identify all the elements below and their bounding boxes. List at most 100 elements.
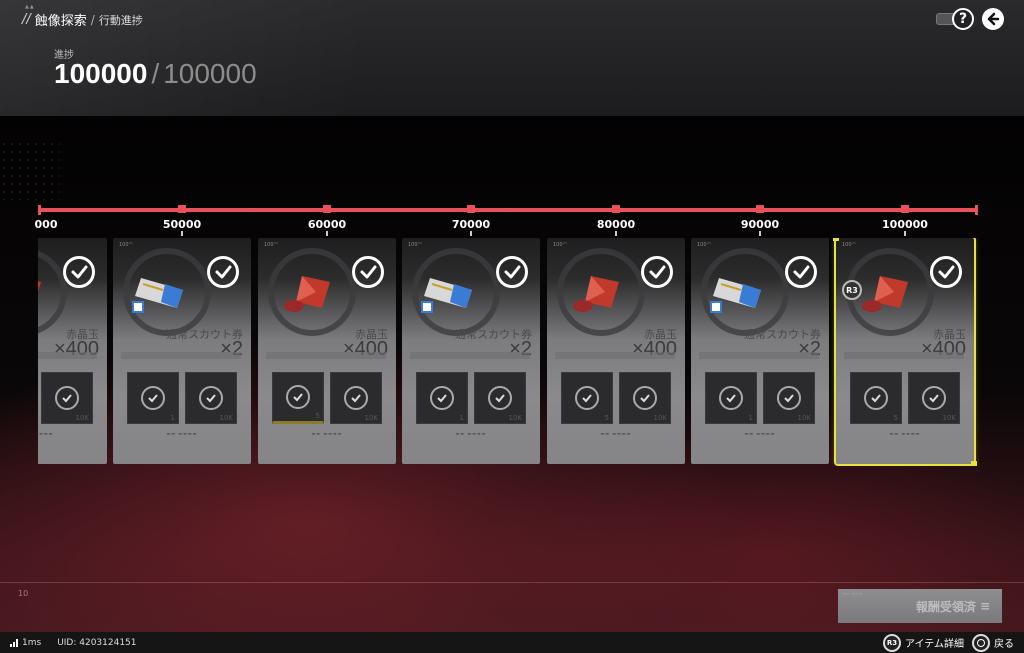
- milestone-label: 80000: [596, 218, 636, 231]
- card-bar: [555, 352, 675, 359]
- claim-button-icon: ≡: [979, 599, 990, 613]
- check-icon: [430, 386, 454, 410]
- sub-reward[interactable]: 1: [705, 372, 757, 424]
- reward-card[interactable]: 100™ 通常スカウト券 ×2 1 10K ▬▬ ▬▬▬▬: [113, 238, 251, 464]
- sub-rewards: 1 10K: [416, 372, 526, 424]
- timeline-end-cap: [975, 205, 978, 215]
- card-bar: [699, 352, 819, 359]
- timeline-marker: [467, 205, 475, 213]
- sub-reward[interactable]: 10K: [330, 372, 382, 424]
- sub-reward[interactable]: 10K: [619, 372, 671, 424]
- help-button[interactable]: ?: [936, 8, 974, 30]
- sub-reward[interactable]: 1: [416, 372, 468, 424]
- timeline-marker: [901, 205, 909, 213]
- card-bar: [266, 352, 386, 359]
- help-icon[interactable]: ?: [952, 8, 974, 30]
- page-indicator: 10: [18, 589, 29, 598]
- reward-card[interactable]: 100™ 通常スカウト券 ×2 1 10K ▬▬ ▬▬▬▬: [691, 238, 829, 464]
- header: ▲▲ // 蝕像探索 / 行動進捗 進捗 100000 / 100000 ?: [0, 0, 1024, 116]
- check-icon: [864, 386, 888, 410]
- sub-reward[interactable]: 10K: [908, 372, 960, 424]
- sub-reward[interactable]: 10K: [474, 372, 526, 424]
- sub-reward-count: 10K: [508, 414, 523, 422]
- card-top-label: 100™: [408, 242, 423, 248]
- breadcrumb-main: 蝕像探索: [34, 14, 87, 29]
- card-top-label: 100™: [553, 242, 568, 248]
- card-bar: [410, 352, 530, 359]
- sub-reward[interactable]: 5: [272, 372, 324, 424]
- sub-reward-count: 10K: [797, 414, 812, 422]
- sub-reward-count: 10K: [219, 414, 234, 422]
- card-footer: ▬▬ ▬▬▬▬: [166, 431, 198, 436]
- circle-button-icon: [972, 633, 990, 652]
- check-icon: [719, 386, 743, 410]
- reward-card[interactable]: 100™ 赤晶玉 ×400 5 10K ▬▬ ▬▬▬▬: [547, 238, 685, 464]
- sub-reward-count: 10K: [364, 414, 379, 422]
- milestone-label: 90000: [740, 218, 780, 231]
- sub-rewards: 5 10K: [850, 372, 960, 424]
- breadcrumb: // 蝕像探索 / 行動進捗: [22, 10, 143, 29]
- sub-reward[interactable]: 1: [127, 372, 179, 424]
- sub-reward[interactable]: 10K: [41, 372, 93, 424]
- timeline-marker: [178, 205, 186, 213]
- sub-reward-count: 5: [315, 412, 320, 420]
- reward-card[interactable]: 100™ 通常スカウト券 ×2 1 10K ▬▬ ▬▬▬▬: [402, 238, 540, 464]
- check-icon: [633, 386, 657, 410]
- sub-reward[interactable]: 5: [561, 372, 613, 424]
- card-footer: ▬▬ ▬▬▬▬: [744, 431, 776, 436]
- r3-button-badge[interactable]: R3: [842, 280, 862, 300]
- sub-reward[interactable]: 5: [850, 372, 902, 424]
- breadcrumb-current: 行動進捗: [98, 13, 143, 27]
- progress-value: 100000 / 100000: [54, 58, 257, 90]
- decorative-dot-grid: [0, 140, 60, 200]
- milestone-tick: [470, 231, 472, 236]
- claim-rewards-button[interactable]: ▬▬ ▬▬▬ 報酬受領済 ≡: [838, 589, 1002, 623]
- claimed-check-icon: [930, 256, 962, 288]
- signal-icon: [10, 638, 18, 647]
- milestone-tick: [181, 231, 183, 236]
- card-footer: ▬▬ ▬▬▬▬: [889, 431, 921, 436]
- r3-button-icon: R3: [883, 633, 901, 652]
- card-footer: ▬▬ ▬▬▬▬: [311, 431, 343, 436]
- scout-ticket-icon: [710, 278, 761, 313]
- progress-max: 100000: [163, 58, 257, 89]
- check-icon: [55, 386, 79, 410]
- card-top-label: 100™: [842, 242, 857, 248]
- progress-current: 100000: [54, 58, 148, 89]
- timeline-start-cap: [38, 205, 41, 215]
- sub-reward[interactable]: 10K: [185, 372, 237, 424]
- sub-reward-count: 1: [459, 414, 464, 422]
- back-action[interactable]: 戻る: [972, 633, 1014, 652]
- reward-card[interactable]: 100™ 赤晶玉 ×400 5 10K ▬▬ ▬▬▬▬: [258, 238, 396, 464]
- milestone-tick: [759, 231, 761, 236]
- reward-card[interactable]: 100™ 赤晶玉 ×400 100 10K ▬▬ ▬▬▬▬: [38, 238, 107, 464]
- card-top-label: 100™: [264, 242, 279, 248]
- footer-actions: R3 アイテム詳細 戻る: [883, 632, 1014, 653]
- check-icon: [575, 386, 599, 410]
- item-detail-label: アイテム詳細: [905, 639, 964, 650]
- card-footer: ▬▬ ▬▬▬▬: [600, 431, 632, 436]
- sub-rewards: 5 10K: [272, 372, 382, 424]
- red-crystal-icon: [38, 281, 41, 292]
- card-bar: [844, 352, 964, 359]
- progress-slash: /: [151, 58, 160, 89]
- milestone-label: 000: [34, 218, 58, 231]
- check-icon: [344, 386, 368, 410]
- claim-button-caption: ▬▬ ▬▬▬: [842, 591, 863, 596]
- card-bar: [121, 352, 241, 359]
- sub-rewards: 5 10K: [561, 372, 671, 424]
- milestone-tick: [615, 231, 617, 236]
- card-footer: ▬▬ ▬▬▬▬: [38, 431, 54, 436]
- check-icon: [777, 386, 801, 410]
- check-icon: [199, 386, 223, 410]
- claim-button-label: 報酬受領済: [915, 599, 976, 614]
- progress-label: 進捗: [54, 50, 74, 61]
- status-bar: 1ms UID: 4203124151: [0, 632, 1024, 653]
- check-icon: [488, 386, 512, 410]
- sub-reward[interactable]: 10K: [763, 372, 815, 424]
- card-top-label: 100™: [119, 242, 134, 248]
- item-detail-action[interactable]: R3 アイテム詳細: [883, 633, 964, 652]
- back-arrow-icon[interactable]: [982, 8, 1004, 30]
- user-id: UID: 4203124151: [57, 637, 137, 648]
- reward-card-selected[interactable]: 100™ R3 赤晶玉 ×400 5 10K ▬▬ ▬▬▬▬: [833, 238, 977, 466]
